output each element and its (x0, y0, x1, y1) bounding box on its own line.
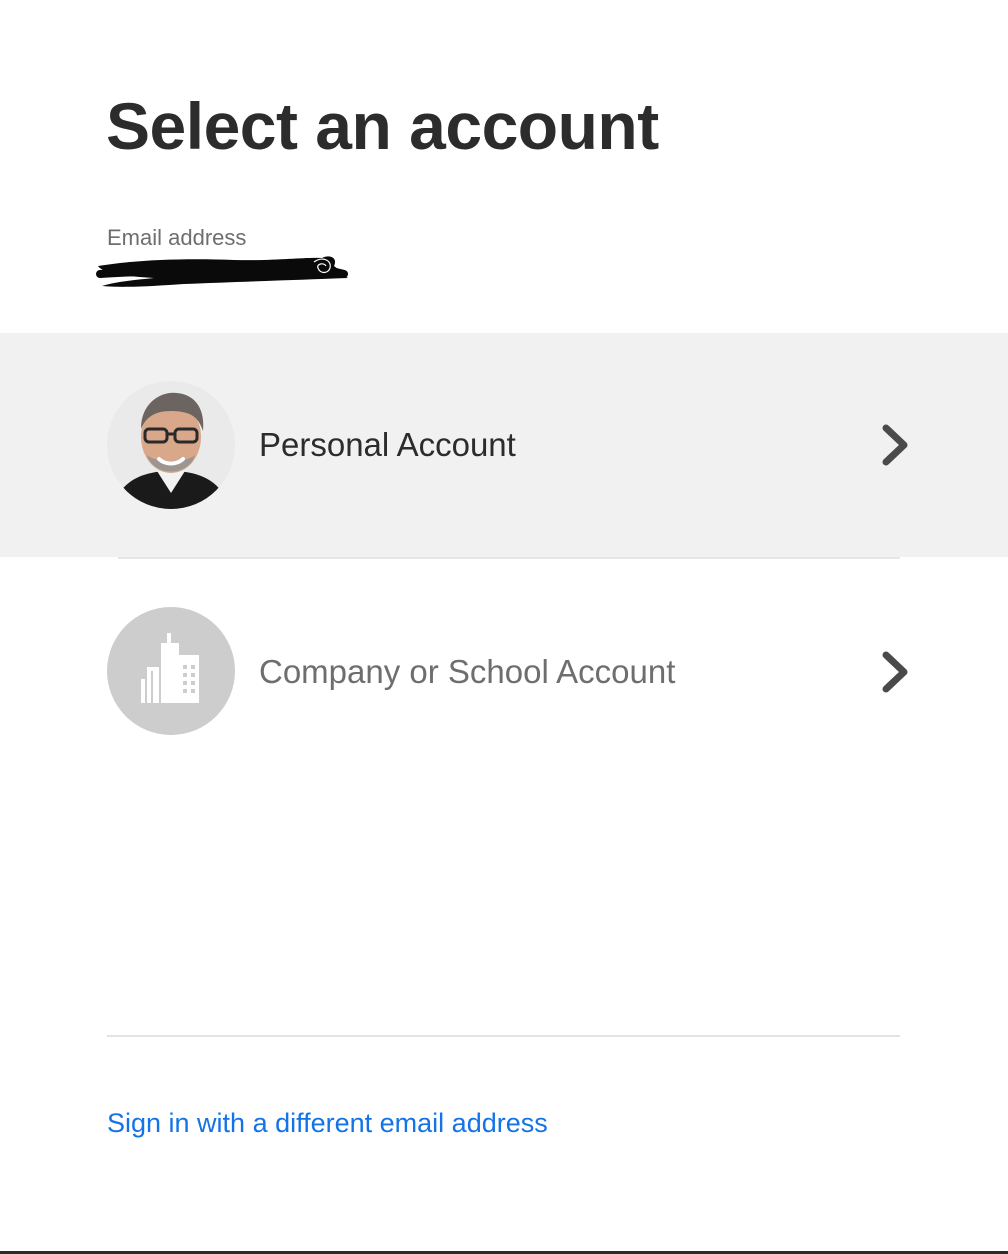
company-account-option[interactable]: Company or School Account (0, 559, 1008, 783)
user-photo-icon (107, 381, 235, 509)
chevron-right-icon (882, 651, 908, 693)
footer-divider (107, 1035, 900, 1037)
company-account-avatar (107, 607, 235, 735)
sign-in-different-email-link[interactable]: Sign in with a different email address (107, 1105, 548, 1141)
page-title: Select an account (106, 89, 659, 163)
personal-account-option[interactable]: Personal Account (0, 333, 1008, 557)
personal-account-label: Personal Account (259, 426, 516, 463)
personal-account-avatar (107, 381, 235, 509)
company-account-label: Company or School Account (259, 653, 676, 690)
email-label: Email address (107, 225, 247, 250)
building-icon (141, 633, 199, 703)
email-redaction-scribble (96, 256, 348, 287)
chevron-right-icon (882, 424, 908, 466)
